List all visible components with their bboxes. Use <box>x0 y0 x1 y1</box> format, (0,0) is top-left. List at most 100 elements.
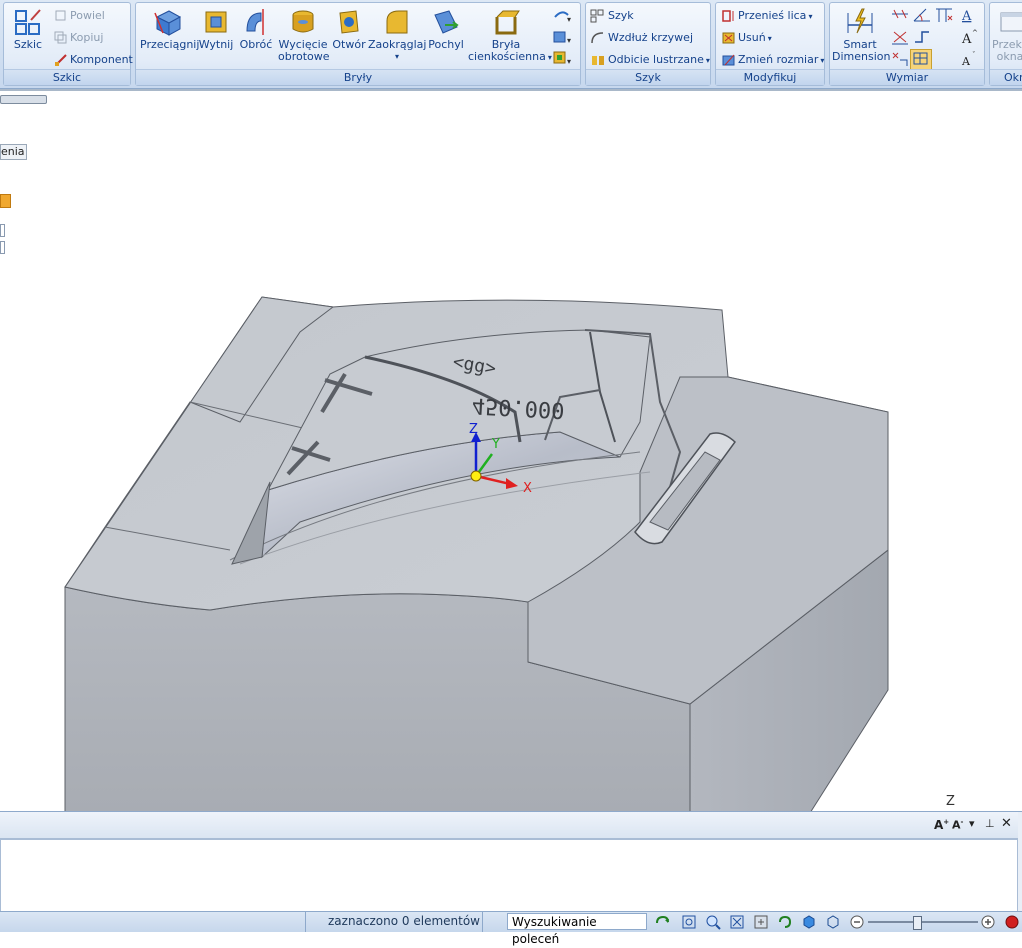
group-modify-label: Modyfikuj <box>716 69 824 85</box>
pattern-button[interactable]: Szyk <box>590 6 634 25</box>
mounting-boss-icon[interactable]: ▾ <box>552 49 572 68</box>
zoom-icon[interactable] <box>705 914 721 930</box>
group-solids: Przeciągnij Wytnij Obróć Wycięcie obrotow… <box>135 2 581 86</box>
window-icon <box>1000 12 1022 32</box>
symmetric-dim-icon[interactable] <box>890 28 910 47</box>
sketch-button[interactable]: Szkic <box>8 7 48 51</box>
copy-button[interactable]: Kopiuj <box>54 28 103 47</box>
font-increase-icon[interactable]: A+ <box>934 818 949 832</box>
cut-label: Wytnij <box>198 38 234 51</box>
view-style-icon[interactable] <box>825 914 841 930</box>
move-faces-dropdown-icon: ▾ <box>808 12 813 21</box>
command-search-input[interactable]: Wyszukiwanie poleceń <box>507 913 647 946</box>
repeat-button[interactable]: Powiel <box>54 6 105 25</box>
text-style-icon[interactable]: A <box>960 6 980 25</box>
distance-dim-icon[interactable] <box>890 6 910 25</box>
command-bar-body[interactable] <box>0 839 1018 913</box>
component-button[interactable]: Komponent <box>54 50 133 69</box>
smart-dimension-label-2: Dimension <box>832 50 891 63</box>
draft-button[interactable]: Pochyl <box>426 7 466 51</box>
thin-wall-label-2: cienkościenna <box>468 50 546 63</box>
dimension-grid-icon[interactable] <box>910 49 932 70</box>
mirror-button[interactable]: Odbicie lustrzane ▾ <box>590 50 710 69</box>
group-dimension-label: Wymiar <box>830 69 984 85</box>
group-pattern-label: Szyk <box>586 69 710 85</box>
round-icon <box>386 10 408 34</box>
stop-icon[interactable] <box>1004 914 1020 930</box>
component-label: Komponent <box>70 53 133 66</box>
group-pattern: Szyk Wzdłuż krzywej Odbicie lustrzane ▾ S… <box>585 2 711 86</box>
lip-tool-icon[interactable]: ▾ <box>552 28 572 47</box>
delete-dropdown-icon: ▾ <box>767 34 772 43</box>
status-divider-2 <box>482 912 483 932</box>
close-icon[interactable]: ✕ <box>1001 816 1012 831</box>
svg-text:^: ^ <box>972 29 978 37</box>
cut-window-button[interactable]: Przekaokna <box>992 7 1022 63</box>
coordinate-dim-icon[interactable] <box>934 6 954 25</box>
pattern-label: Szyk <box>608 9 634 22</box>
group-sketch: Szkic Powiel Kopiuj Komponent Szkic <box>3 2 133 86</box>
rotate-icon[interactable] <box>777 914 793 930</box>
view-cube-icon[interactable] <box>801 914 817 930</box>
view-axis-z-label: Z <box>946 794 955 809</box>
revolve-cut-icon <box>292 10 314 33</box>
svg-text:A: A <box>961 32 972 46</box>
revolve-button[interactable]: Obróć <box>238 7 274 51</box>
hole-icon <box>339 10 359 34</box>
cut-button[interactable]: Wytnij <box>198 7 234 51</box>
thin-wall-icon <box>495 10 520 35</box>
delete-button[interactable]: Usuń ▾ <box>722 28 772 47</box>
group-window-label: Okn <box>990 69 1022 85</box>
fit-icon[interactable] <box>729 914 745 930</box>
copy-label: Kopiuj <box>70 31 104 44</box>
delete-label: Usuń <box>738 31 766 44</box>
group-modify: Przenieś lica ▾ Usuń ▾ Zmień rozmiar ▾ Mody… <box>715 2 825 86</box>
along-curve-icon <box>591 32 604 44</box>
panel-options-icon[interactable]: ▾ <box>969 817 975 830</box>
revolve-cut-button[interactable]: Wycięcie obrotowe <box>278 7 330 63</box>
draft-icon <box>434 10 459 34</box>
zoom-slider[interactable] <box>868 921 978 923</box>
extrude-button[interactable]: Przeciągnij <box>140 7 199 51</box>
chain-dim-icon[interactable] <box>912 28 932 47</box>
zoom-slider-thumb[interactable] <box>913 916 922 930</box>
zoom-area-icon[interactable] <box>681 914 697 930</box>
font-decrease-icon[interactable]: A- <box>952 818 963 832</box>
command-bar-header: A+ A- ▾ ⊥ ✕ <box>0 812 1018 839</box>
cut-icon <box>205 11 227 33</box>
resize-button[interactable]: Zmień rozmiar ▾ <box>722 50 824 69</box>
group-sketch-label: Szkic <box>4 69 130 85</box>
increase-text-icon[interactable]: A ^ <box>960 28 980 47</box>
revolve-cut-label-2: obrotowe <box>278 50 330 63</box>
part-model-view[interactable]: 450.000 <gg> Z Y X Z <box>0 91 1022 813</box>
refresh-icon[interactable] <box>654 914 670 930</box>
zoom-out-icon[interactable] <box>849 914 865 930</box>
move-faces-label: Przenieś lica <box>738 9 807 22</box>
smart-dimension-button[interactable]: Smart Dimension <box>832 7 891 63</box>
pan-icon[interactable] <box>753 914 769 930</box>
mirror-dropdown-icon: ▾ <box>705 56 710 65</box>
zoom-in-icon[interactable] <box>980 914 996 930</box>
sketch-button-label: Szkic <box>13 38 43 51</box>
mirror-icon <box>592 56 604 65</box>
move-faces-icon <box>722 10 734 22</box>
graphics-viewport[interactable]: enia 450.000 <gg> Z Y X Z <box>0 89 1022 813</box>
along-curve-button[interactable]: Wzdłuż krzywej <box>590 28 693 47</box>
angle-dim-icon[interactable] <box>912 6 932 25</box>
group-dimension: Smart Dimension A A ^ Aˇ Wymiar <box>829 2 985 86</box>
revolve-label: Obróć <box>239 38 273 51</box>
component-icon <box>55 54 67 66</box>
hole-label: Otwór <box>332 38 366 51</box>
axis-y-label: Y <box>491 437 500 452</box>
relation-dim-icon[interactable] <box>890 50 910 69</box>
decrease-text-icon[interactable]: Aˇ <box>960 50 980 69</box>
hole-button[interactable]: Otwór <box>332 7 366 51</box>
svg-text:▾: ▾ <box>567 57 571 66</box>
rib-tool-icon[interactable]: ▾ <box>552 7 572 26</box>
move-faces-button[interactable]: Przenieś lica ▾ <box>722 6 812 25</box>
pattern-icon <box>590 9 604 23</box>
thin-wall-button[interactable]: Bryła cienkościenna ▾ <box>468 7 552 64</box>
svg-text:ˇ: ˇ <box>972 51 976 59</box>
pin-icon[interactable]: ⊥ <box>985 817 995 830</box>
round-button[interactable]: Zaokrąglaj ▾ <box>368 7 426 63</box>
